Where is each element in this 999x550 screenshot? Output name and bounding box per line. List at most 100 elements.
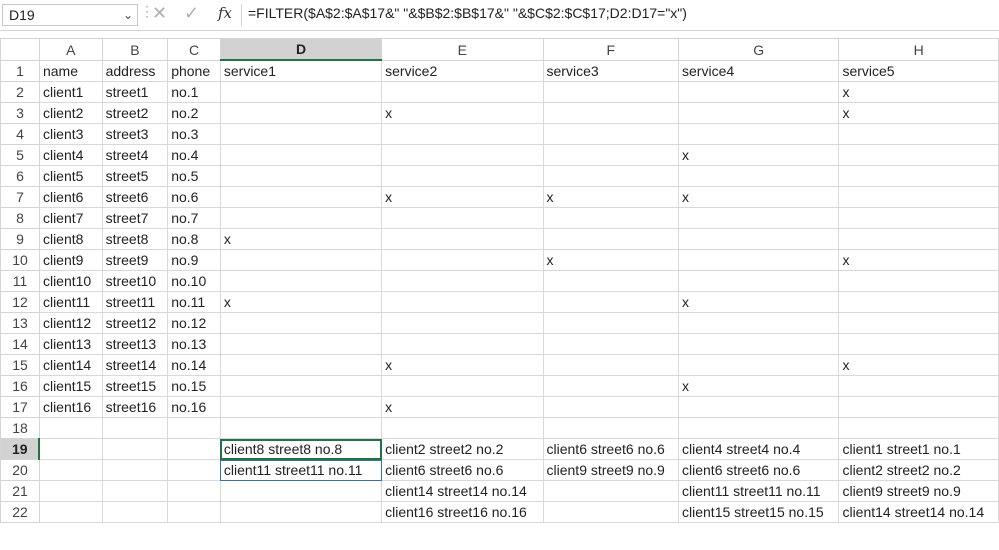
- cell-h14[interactable]: [838, 333, 999, 355]
- cell-c2[interactable]: no.1: [167, 81, 221, 103]
- cell-a19[interactable]: [38, 438, 103, 460]
- cell-d12[interactable]: x: [219, 291, 383, 313]
- cell-f4[interactable]: [542, 123, 680, 145]
- cell-e12[interactable]: [381, 291, 544, 313]
- column-header-g[interactable]: G: [678, 38, 840, 61]
- row-header-14[interactable]: 14: [0, 333, 40, 355]
- cell-a8[interactable]: client7: [38, 207, 103, 229]
- cell-d11[interactable]: [219, 270, 383, 292]
- cell-h8[interactable]: [838, 207, 999, 229]
- cell-e8[interactable]: [381, 207, 544, 229]
- cell-d2[interactable]: [219, 81, 383, 103]
- cell-c4[interactable]: no.3: [167, 123, 221, 145]
- cell-c10[interactable]: no.9: [167, 249, 221, 271]
- cell-d1[interactable]: service1: [219, 59, 383, 82]
- column-header-d[interactable]: D: [219, 38, 383, 61]
- formula-input[interactable]: =FILTER($A$2:$A$17&" "&$B$2:$B$17&" "&$C…: [248, 5, 687, 21]
- cell-e4[interactable]: [381, 123, 544, 145]
- cell-c19[interactable]: [167, 438, 221, 460]
- row-header-12[interactable]: 12: [0, 291, 40, 313]
- confirm-icon[interactable]: ✓: [184, 3, 199, 24]
- cell-d16[interactable]: [219, 375, 383, 397]
- cell-g7[interactable]: x: [678, 186, 840, 208]
- cell-h19[interactable]: client1 street1 no.1: [838, 438, 999, 460]
- cell-c18[interactable]: [167, 417, 221, 439]
- cell-f13[interactable]: [542, 312, 680, 334]
- row-header-18[interactable]: 18: [0, 417, 40, 439]
- cell-a14[interactable]: client13: [38, 333, 103, 355]
- cell-d7[interactable]: [219, 186, 383, 208]
- cell-e7[interactable]: x: [381, 186, 544, 208]
- row-header-8[interactable]: 8: [0, 207, 40, 229]
- cell-f5[interactable]: [542, 144, 680, 166]
- cell-h15[interactable]: x: [838, 354, 999, 376]
- cell-e21[interactable]: client14 street14 no.14: [381, 480, 544, 502]
- cell-e14[interactable]: [381, 333, 544, 355]
- cell-a9[interactable]: client8: [38, 228, 103, 250]
- cell-d13[interactable]: [219, 312, 383, 334]
- cell-f1[interactable]: service3: [542, 59, 680, 82]
- name-box[interactable]: D19 ⌄: [2, 4, 138, 26]
- cell-c7[interactable]: no.6: [167, 186, 221, 208]
- cell-c8[interactable]: no.7: [167, 207, 221, 229]
- column-header-b[interactable]: B: [101, 38, 169, 61]
- cancel-icon[interactable]: ✕: [152, 3, 167, 24]
- cell-e9[interactable]: [381, 228, 544, 250]
- cell-b11[interactable]: street10: [101, 270, 169, 292]
- select-all-corner[interactable]: [0, 38, 40, 61]
- cell-h3[interactable]: x: [838, 102, 999, 124]
- column-header-h[interactable]: H: [838, 38, 999, 61]
- row-header-5[interactable]: 5: [0, 144, 40, 166]
- row-header-13[interactable]: 13: [0, 312, 40, 334]
- cell-b2[interactable]: street1: [101, 81, 169, 103]
- cell-c13[interactable]: no.12: [167, 312, 221, 334]
- cell-f14[interactable]: [542, 333, 680, 355]
- cell-f12[interactable]: [542, 291, 680, 313]
- cell-a18[interactable]: [38, 417, 103, 439]
- cell-a12[interactable]: client11: [38, 291, 103, 313]
- cell-e17[interactable]: x: [381, 396, 544, 418]
- cell-d3[interactable]: [219, 102, 383, 124]
- column-header-e[interactable]: E: [381, 38, 544, 61]
- cell-b16[interactable]: street15: [101, 375, 169, 397]
- cell-c22[interactable]: [167, 501, 221, 523]
- cell-b15[interactable]: street14: [101, 354, 169, 376]
- cell-b4[interactable]: street3: [101, 123, 169, 145]
- row-header-11[interactable]: 11: [0, 270, 40, 292]
- cell-e1[interactable]: service2: [381, 59, 544, 82]
- cell-h20[interactable]: client2 street2 no.2: [838, 459, 999, 481]
- cell-b13[interactable]: street12: [101, 312, 169, 334]
- cell-g9[interactable]: [678, 228, 840, 250]
- cell-c17[interactable]: no.16: [167, 396, 221, 418]
- cell-g17[interactable]: [678, 396, 840, 418]
- cell-g6[interactable]: [678, 165, 840, 187]
- cell-e3[interactable]: x: [381, 102, 544, 124]
- cell-a4[interactable]: client3: [38, 123, 103, 145]
- row-header-4[interactable]: 4: [0, 123, 40, 145]
- cell-h4[interactable]: [838, 123, 999, 145]
- cell-d21[interactable]: [219, 480, 383, 502]
- cell-f18[interactable]: [542, 417, 680, 439]
- cell-f19[interactable]: client6 street6 no.6: [542, 438, 680, 460]
- row-header-17[interactable]: 17: [0, 396, 40, 418]
- cell-c15[interactable]: no.14: [167, 354, 221, 376]
- cell-g12[interactable]: x: [678, 291, 840, 313]
- cell-a5[interactable]: client4: [38, 144, 103, 166]
- cell-d18[interactable]: [219, 417, 383, 439]
- cell-a22[interactable]: [38, 501, 103, 523]
- cell-c5[interactable]: no.4: [167, 144, 221, 166]
- cell-c14[interactable]: no.13: [167, 333, 221, 355]
- cell-d4[interactable]: [219, 123, 383, 145]
- cell-d14[interactable]: [219, 333, 383, 355]
- cell-b3[interactable]: street2: [101, 102, 169, 124]
- cell-h6[interactable]: [838, 165, 999, 187]
- cell-g14[interactable]: [678, 333, 840, 355]
- cell-e19[interactable]: client2 street2 no.2: [381, 438, 544, 460]
- cell-a15[interactable]: client14: [38, 354, 103, 376]
- cell-h22[interactable]: client14 street14 no.14: [838, 501, 999, 523]
- cell-f2[interactable]: [542, 81, 680, 103]
- cell-b17[interactable]: street16: [101, 396, 169, 418]
- cell-f17[interactable]: [542, 396, 680, 418]
- cell-d20[interactable]: client11 street11 no.11: [219, 459, 383, 481]
- cell-c9[interactable]: no.8: [167, 228, 221, 250]
